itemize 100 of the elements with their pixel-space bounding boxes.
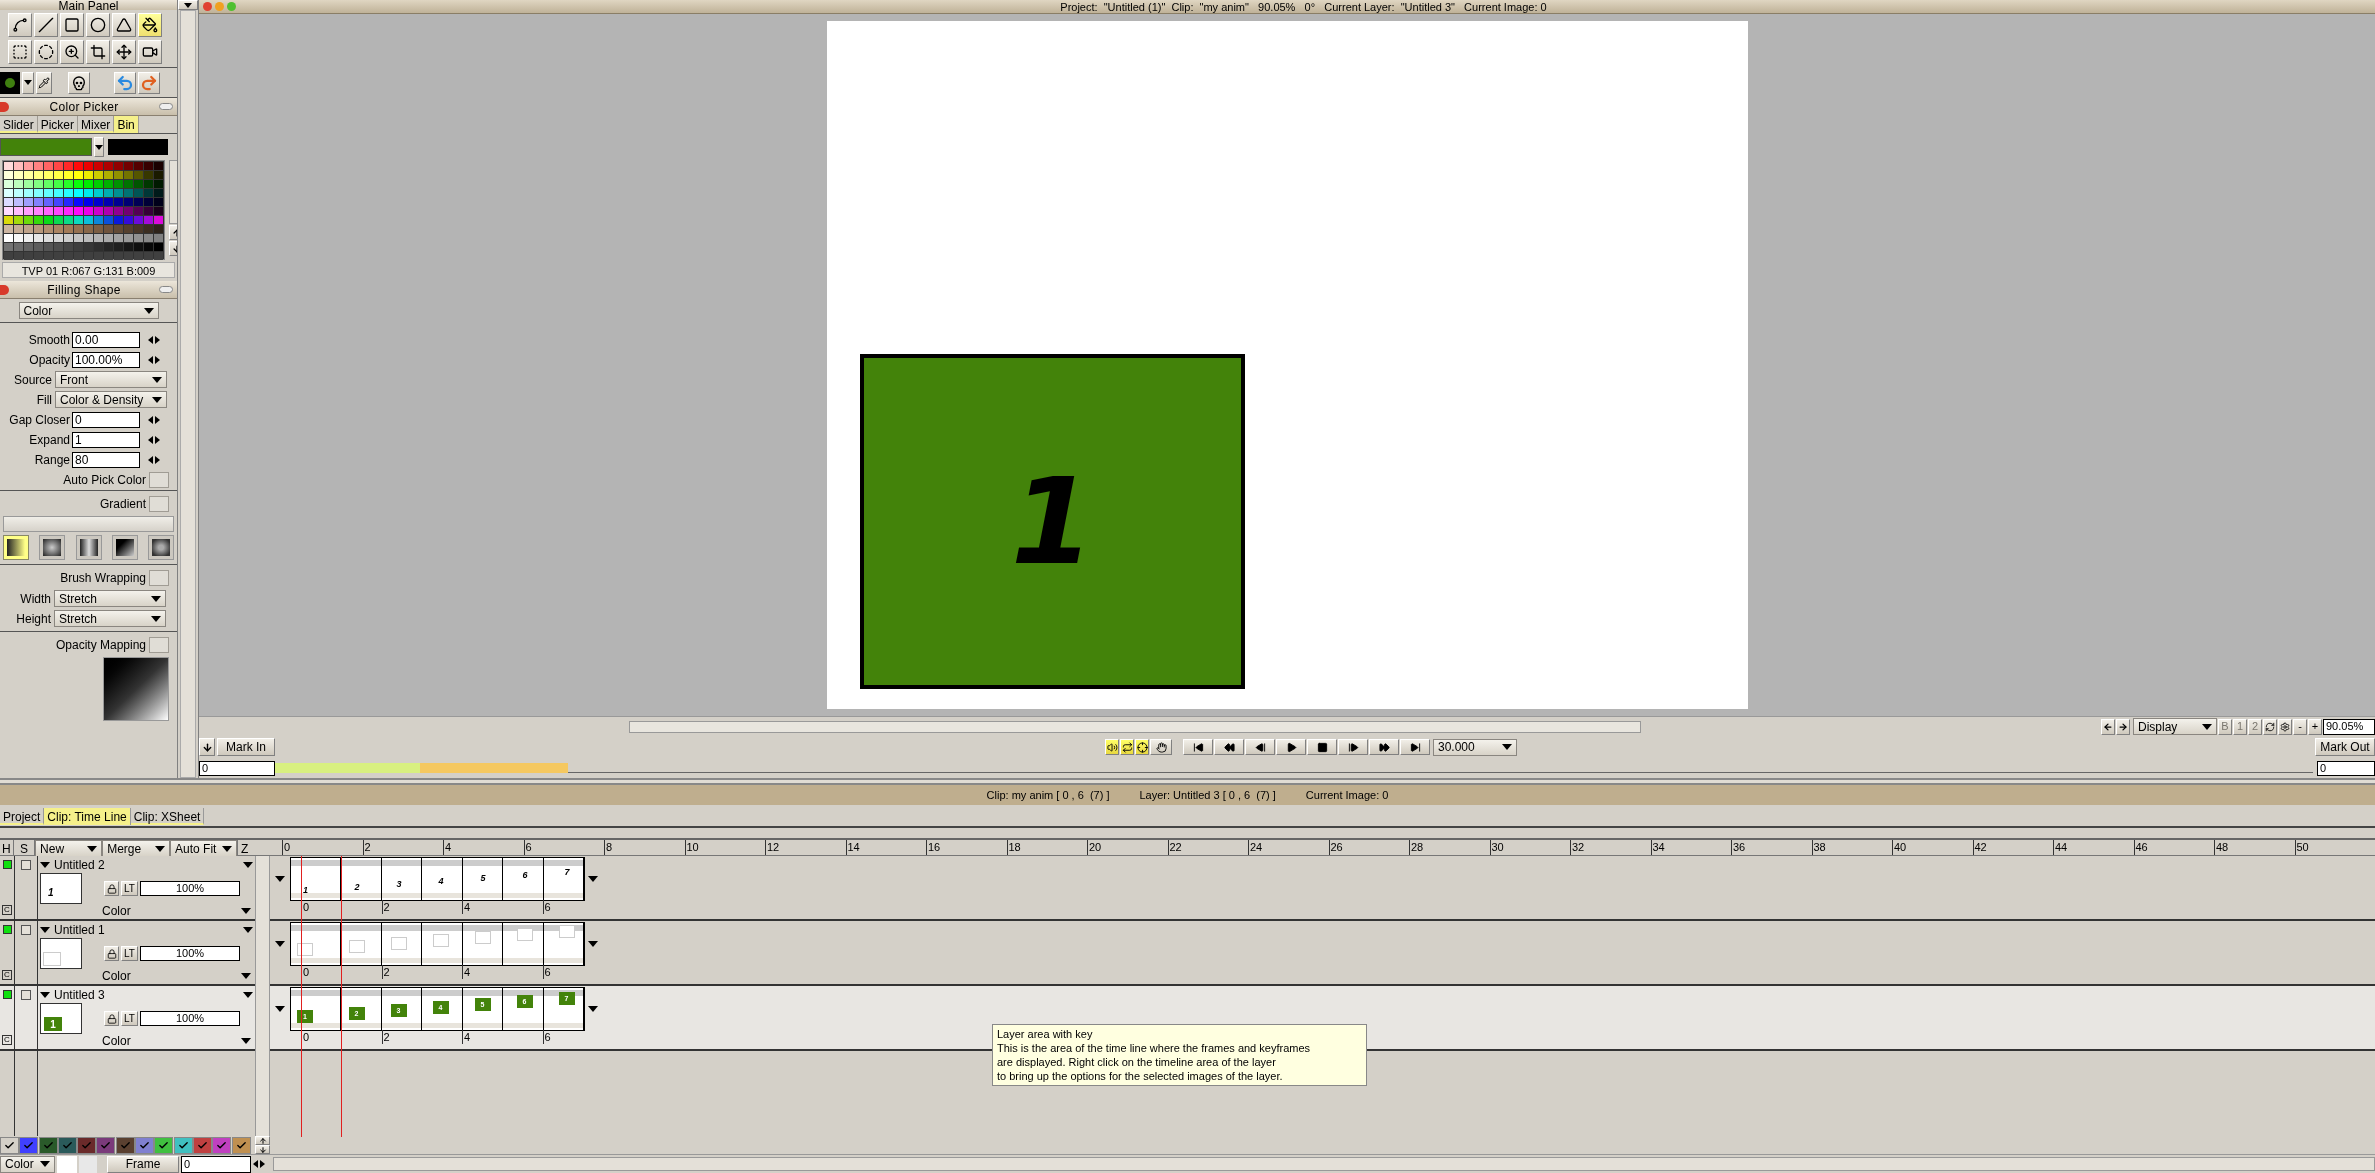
frame-cell[interactable]: 4 <box>422 858 463 900</box>
foreground-swatch[interactable] <box>57 1155 77 1173</box>
mark-out-field[interactable]: 0 <box>2317 760 2375 776</box>
lock-icon[interactable] <box>104 1011 119 1026</box>
fill-mode-dropdown[interactable]: Color <box>18 302 159 319</box>
arrow-down-icon[interactable] <box>199 738 215 756</box>
brush-color-swatch[interactable] <box>0 71 20 94</box>
frame-cell[interactable] <box>503 923 544 965</box>
fps-dropdown[interactable]: 30.000 <box>1433 738 1517 756</box>
arrow-left-icon[interactable] <box>2101 718 2115 735</box>
fast-forward-icon[interactable] <box>1369 739 1399 755</box>
frame-cell[interactable] <box>543 923 584 965</box>
number-field[interactable]: 80 <box>72 451 140 468</box>
left-right-arrows-icon[interactable] <box>148 415 160 424</box>
panel-menu-button[interactable] <box>178 0 198 10</box>
camera-icon[interactable] <box>138 40 162 64</box>
color-mode-button[interactable]: C <box>2 905 12 915</box>
triangle-tool-icon[interactable] <box>112 13 136 37</box>
select-dropdown[interactable]: Front <box>55 371 167 388</box>
checkbox[interactable] <box>149 570 169 586</box>
opacity-field[interactable]: 100% <box>140 881 240 896</box>
color-mode-button[interactable]: C <box>2 970 12 980</box>
checkbox[interactable] <box>149 637 169 653</box>
rewind-icon[interactable] <box>1214 739 1244 755</box>
tab[interactable]: Clip: Time Line <box>44 808 131 825</box>
line-tool-icon[interactable] <box>34 13 58 37</box>
lock-icon[interactable] <box>104 881 119 896</box>
arrow-down-icon[interactable] <box>255 1145 270 1154</box>
splitter-bar[interactable] <box>0 778 2375 785</box>
ellipse-tool-icon[interactable] <box>86 13 110 37</box>
color-palette[interactable] <box>2 160 165 260</box>
color-tag[interactable] <box>135 1136 155 1154</box>
skip-forward-icon[interactable] <box>1400 739 1430 755</box>
rectangle-selection-icon[interactable] <box>8 40 32 64</box>
step-back-icon[interactable] <box>1245 739 1275 755</box>
color-tag[interactable] <box>212 1136 232 1154</box>
opacity-field[interactable]: 100% <box>140 1011 240 1026</box>
rectangle-tool-icon[interactable] <box>60 13 84 37</box>
left-right-arrows-icon[interactable] <box>148 355 160 364</box>
settings-icon[interactable] <box>2278 718 2292 735</box>
eyedropper-icon[interactable] <box>36 71 52 94</box>
zoom-out-button[interactable]: - <box>2293 718 2307 735</box>
timeline-scrollbar[interactable] <box>273 1157 2375 1171</box>
mark-in-button[interactable]: Mark In <box>217 738 275 756</box>
stop-icon[interactable] <box>1307 739 1337 755</box>
solo-checkbox[interactable] <box>21 860 31 870</box>
color-tag[interactable] <box>173 1136 193 1154</box>
left-right-arrows-icon[interactable] <box>148 435 160 444</box>
target-icon[interactable] <box>1135 739 1149 755</box>
mark-in-field[interactable]: 0 <box>199 760 275 776</box>
zoom-in-button[interactable]: + <box>2308 718 2322 735</box>
left-right-arrows-icon[interactable] <box>148 335 160 344</box>
crop-icon[interactable] <box>86 40 110 64</box>
frame-cell[interactable]: 1 <box>291 858 341 900</box>
frame-cell[interactable] <box>291 923 341 965</box>
color-tag[interactable] <box>19 1136 39 1154</box>
secondary-color-swatch[interactable] <box>108 139 168 155</box>
skull-icon[interactable] <box>68 71 90 94</box>
checkbox[interactable] <box>149 496 169 512</box>
select-dropdown[interactable]: Stretch <box>54 610 166 627</box>
gradient-type-button[interactable] <box>75 535 102 560</box>
arrow-right-icon[interactable] <box>2116 718 2130 735</box>
frame-cell[interactable]: 2 <box>341 858 382 900</box>
color-tag[interactable] <box>38 1136 58 1154</box>
ellipse-selection-icon[interactable] <box>34 40 58 64</box>
number-field[interactable]: 0.00 <box>72 331 140 348</box>
gradient-type-button[interactable] <box>148 535 174 560</box>
mark-out-button[interactable]: Mark Out <box>2315 738 2375 756</box>
color-tag[interactable] <box>231 1136 251 1154</box>
zoom-icon[interactable] <box>60 40 84 64</box>
redo-icon[interactable] <box>138 71 160 94</box>
fill-bucket-tool-icon[interactable] <box>138 13 162 37</box>
gradient-type-button[interactable] <box>39 535 66 560</box>
color-tag[interactable] <box>154 1136 174 1154</box>
color-mode-button[interactable]: C <box>2 1035 12 1045</box>
frame-cell[interactable]: 3 <box>381 858 422 900</box>
color-swap-button[interactable] <box>94 137 104 157</box>
frame-cell[interactable]: 6 <box>503 858 544 900</box>
undo-icon[interactable] <box>114 71 136 94</box>
color-tag[interactable] <box>77 1136 97 1154</box>
opacity-field[interactable]: 100% <box>140 946 240 961</box>
solo-checkbox[interactable] <box>21 990 31 1000</box>
vertical-scrollbar[interactable] <box>255 856 270 1136</box>
hand-icon[interactable] <box>1150 739 1172 755</box>
gradient-type-button[interactable] <box>111 535 138 560</box>
freehand-tool-icon[interactable] <box>8 13 32 37</box>
visibility-toggle[interactable] <box>2 990 12 999</box>
move-icon[interactable] <box>112 40 136 64</box>
swap-button[interactable] <box>22 71 34 94</box>
display-dropdown[interactable]: Display <box>2133 718 2217 735</box>
color-tag[interactable] <box>96 1136 116 1154</box>
loop-icon[interactable] <box>1120 739 1134 755</box>
solo-checkbox[interactable] <box>21 925 31 935</box>
color-tag[interactable] <box>0 1136 19 1154</box>
horizontal-scrollbar[interactable] <box>629 720 1641 733</box>
checkbox[interactable] <box>149 471 169 488</box>
refresh-icon[interactable] <box>2263 718 2277 735</box>
color-mode-dropdown[interactable]: Color <box>0 1155 55 1173</box>
color-tag[interactable] <box>192 1136 212 1154</box>
sound-icon[interactable] <box>1105 739 1119 755</box>
